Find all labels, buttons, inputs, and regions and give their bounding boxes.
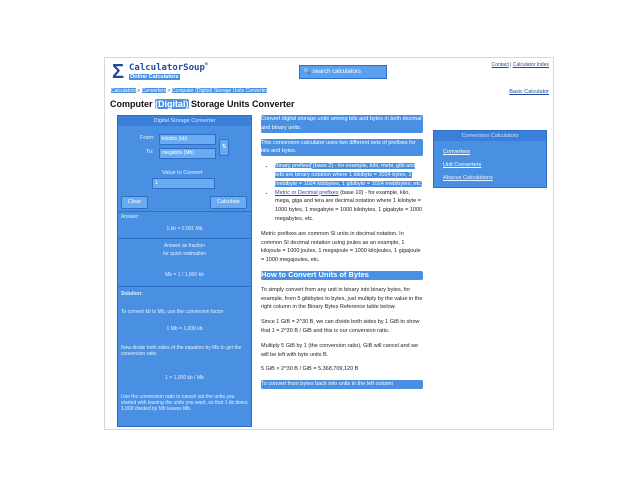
fraction-value: Mb = 1 / 1,000 kb [165, 272, 204, 278]
breadcrumb-current[interactable]: Computer (Digital) Storage Units Convert… [171, 88, 268, 94]
swap-units-button[interactable]: ⇅ [219, 139, 229, 156]
list-item: Metric or Decimal prefixes (base 10) - f… [275, 189, 423, 224]
article-content: Convert digital storage units among bits… [261, 115, 423, 395]
from-label: From: [140, 135, 155, 141]
page-title-a: Computer [110, 99, 155, 109]
page-title-c: Storage Units Converter [188, 99, 295, 109]
breadcrumb-calculators[interactable]: Calculators [111, 88, 137, 94]
to-select[interactable]: megabits (Mb) [159, 148, 216, 159]
solution-label: Solution: [121, 291, 143, 297]
logo-tagline: Online Calculators [129, 74, 180, 80]
section-heading: How to Convert Units of Bytes [261, 270, 423, 280]
sigma-logo-icon: Σ [112, 61, 125, 83]
answer-label: Answer: [121, 214, 140, 220]
prefix-list: Binary prefixes (base 2) - for example, … [261, 162, 423, 224]
sidebar-link-converters[interactable]: Converters [443, 149, 470, 155]
sidebar-link-abacus[interactable]: Abacus Calculations [443, 175, 493, 181]
contact-link[interactable]: Contact [492, 62, 509, 68]
example-equation: 5 GiB × 2^30 B / GiB = 5,368,709,120 B [261, 366, 359, 373]
answer-value: 1 kb = 0.001 Mb [166, 226, 203, 232]
factor-line: 1 Mb = 1,000 kb [166, 326, 203, 332]
converter-panel: Digital Storage Converter From: kilobits… [117, 115, 252, 427]
page-container: Σ CalculatorSoup® Online Calculators 🔍 se… [104, 57, 554, 430]
list-item: Binary prefixes (base 2) - for example, … [275, 162, 423, 188]
top-links: Contact | Calculator Index [491, 62, 549, 68]
search-icon: 🔍 [303, 69, 311, 75]
calculator-index-link[interactable]: Calculator Index [513, 62, 549, 68]
breadcrumb-converters[interactable]: Converters [141, 88, 167, 94]
logo-reg: ® [204, 62, 208, 68]
ratio-paragraph: Since 1 GiB = 2^30 B, we can divide both… [261, 319, 420, 334]
fraction-line-1: Answer as fraction [163, 243, 206, 249]
intro-paragraph: Convert digital storage units among bits… [261, 115, 423, 133]
logo-name: CalculatorSoup [129, 63, 205, 73]
ratio-line: 1 = 1,000 kb / Mb [165, 375, 204, 381]
solution-text: To convert kb to Mb, use the conversion … [121, 309, 224, 315]
convert-back-paragraph: To convert from bytes back into units in… [261, 380, 423, 389]
from-select[interactable]: kilobits (kb) [159, 134, 216, 145]
divider [118, 286, 251, 287]
calculator-title: Digital Storage Converter [118, 116, 251, 126]
sidebar-box: Conversion Calculators Converters Unit C… [433, 130, 547, 188]
basic-calculator-link[interactable]: Basic Calculator [509, 89, 549, 95]
multiply-paragraph: Multiply 5 GiB by 1 (the conversion rati… [261, 342, 419, 358]
fraction-line-2: for quick estimation [162, 251, 207, 257]
metric-paragraph: Metric prefixes are common SI units in d… [261, 230, 421, 264]
breadcrumb: Calculators > Converters > Computer (Dig… [111, 88, 268, 94]
page-title-b: (Digital) [155, 99, 189, 109]
divider [118, 211, 251, 212]
sidebar-title: Conversion Calculators [434, 131, 546, 141]
page-title: Computer (Digital) Storage Units Convert… [110, 99, 295, 109]
sidebar-link-unit-converters[interactable]: Unit Converters [443, 162, 481, 168]
multiply-text: Use the conversion ratio to cancel out t… [121, 394, 248, 412]
metric-prefixes-link[interactable]: Metric or Decimal prefixes [275, 190, 339, 196]
search-input[interactable]: 🔍 search calculators [299, 65, 387, 79]
value-label: Value to Convert [162, 170, 203, 176]
calculate-button[interactable]: Calculate [210, 196, 247, 209]
convert-paragraph: To simply convert from any unit in binar… [261, 286, 423, 311]
value-input[interactable]: 1 [152, 178, 215, 189]
site-logo[interactable]: Σ CalculatorSoup® Online Calculators [112, 62, 232, 84]
divide-text: Now divide both sides of the equation by… [121, 345, 242, 357]
prefix-paragraph: This conversion calculator uses two diff… [261, 138, 423, 157]
binary-prefixes-link[interactable]: Binary prefixes [275, 163, 312, 170]
clear-button[interactable]: Clear [121, 196, 148, 209]
divider [118, 238, 251, 239]
search-placeholder: search calculators [312, 69, 361, 75]
to-label: To: [146, 149, 154, 155]
